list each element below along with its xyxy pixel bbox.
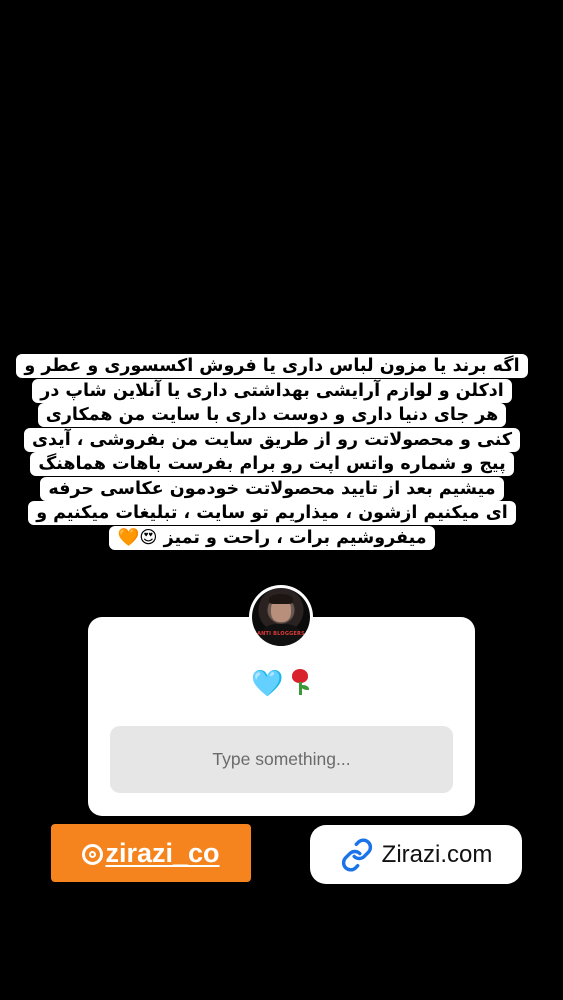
caption-line: کنی و محصولاتت رو از طریق سایت من بفروشی… bbox=[23, 427, 521, 452]
caption-line: ادکلن و لوازم آرایشی بهداشتی داری یا آنل… bbox=[32, 378, 512, 403]
story-caption: اگه برند یا مزون لباس داری یا فروش اکسسو… bbox=[16, 354, 528, 550]
link-sticker[interactable]: Zirazi.com bbox=[310, 825, 522, 884]
caption-line: میفروشیم برات ، راحت و تمیز 😍🧡 bbox=[109, 525, 435, 550]
caption-line: هر جای دنیا داری و دوست داری با سایت من … bbox=[37, 403, 507, 427]
reply-input[interactable]: Type something... bbox=[110, 726, 453, 793]
avatar-label: ANTI BLOGGERS bbox=[257, 631, 305, 637]
question-prompt: 🩵 bbox=[88, 669, 475, 699]
story-canvas: اگه برند یا مزون لباس داری یا فروش اکسسو… bbox=[0, 0, 563, 1000]
caption-line: ای میکنیم ازشون ، میذاریم تو سایت ، تبلی… bbox=[28, 501, 516, 525]
mention-sticker[interactable]: zirazi_co bbox=[51, 824, 251, 882]
link-icon bbox=[341, 838, 372, 871]
at-icon bbox=[82, 843, 104, 865]
caption-line: پیج و شماره واتس اپت رو برام بفرست باهات… bbox=[30, 452, 514, 476]
rose-icon bbox=[290, 669, 312, 695]
caption-line: میشیم بعد از تایید محصولاتت خودمون عکاسی… bbox=[40, 476, 504, 501]
avatar-hair bbox=[269, 594, 293, 604]
caption-line: اگه برند یا مزون لباس داری یا فروش اکسسو… bbox=[16, 354, 528, 378]
avatar-image: ANTI BLOGGERS bbox=[252, 588, 310, 646]
avatar[interactable]: ANTI BLOGGERS bbox=[249, 585, 313, 649]
mention-handle: zirazi_co bbox=[105, 837, 220, 868]
link-label: Zirazi.com bbox=[381, 840, 493, 868]
light-blue-heart-icon: 🩵 bbox=[251, 669, 284, 699]
